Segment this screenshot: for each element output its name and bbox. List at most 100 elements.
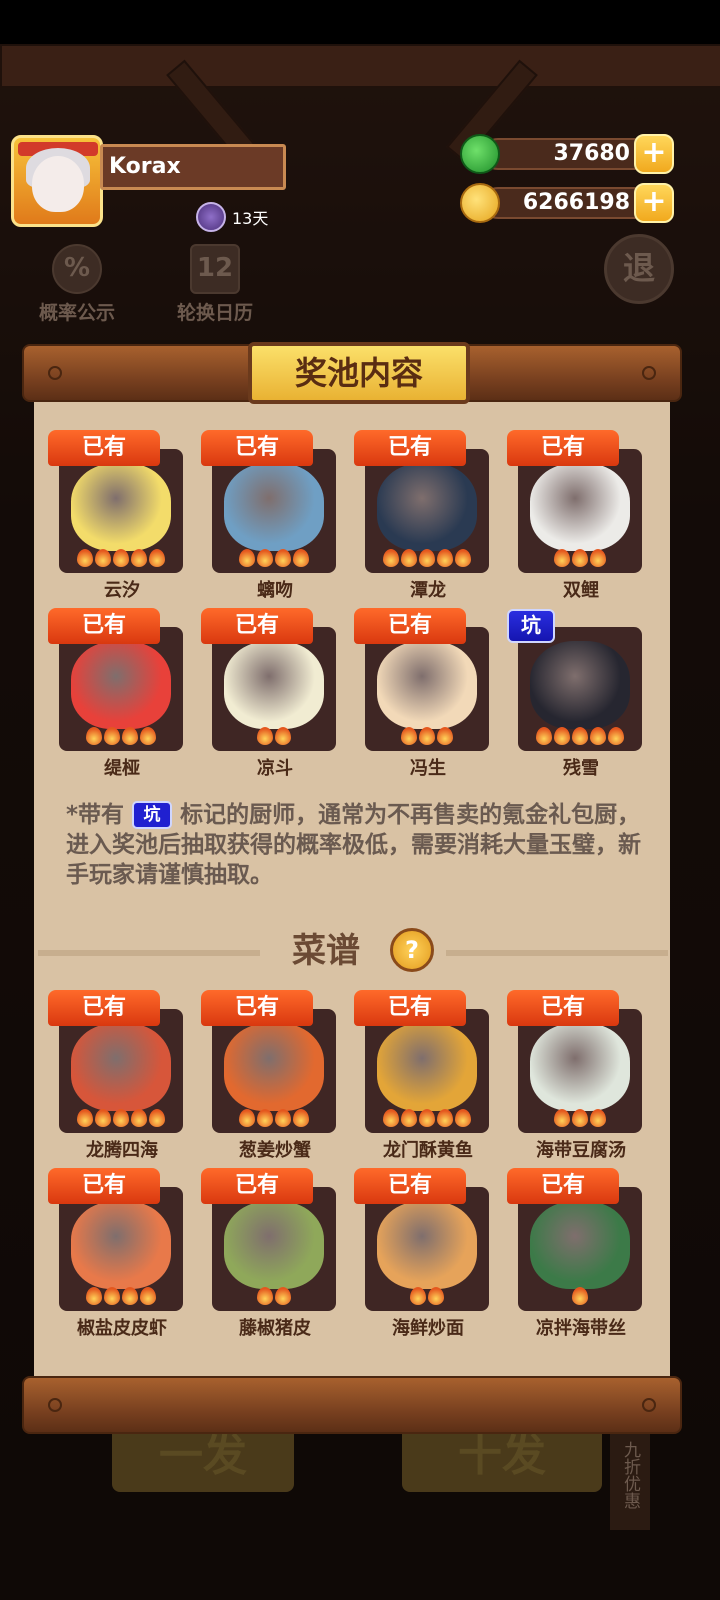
pit-badge-inline: 坑 — [132, 801, 173, 829]
prize-pool-panel: 已有 云汐 已有 螭吻 已有 潭龙 已有 双鲤 已有 缇桠 已有 凉斗 已有 冯生坑残雪 *带有 坑 标记… — [34, 398, 670, 1376]
owned-badge: 已有 — [201, 990, 313, 1026]
flame-icon — [572, 727, 588, 745]
rotation-calendar-button[interactable]: 12 轮换日历 — [168, 244, 262, 325]
chef-portrait — [212, 627, 336, 751]
owned-badge: 已有 — [48, 430, 160, 466]
recipe-card[interactable]: 已有 葱姜炒蟹 — [201, 990, 336, 1161]
flame-icon — [122, 727, 138, 745]
chef-card[interactable]: 坑残雪 — [507, 609, 642, 779]
rarity-flames — [212, 1287, 336, 1305]
flame-icon — [131, 1109, 147, 1127]
flame-icon — [131, 549, 147, 567]
recipe-portrait — [365, 1187, 489, 1311]
chef-name: 云汐 — [104, 580, 140, 601]
recipe-name: 藤椒猪皮 — [239, 1318, 311, 1339]
recipe-card[interactable]: 已有 椒盐皮皮虾 — [48, 1168, 183, 1339]
add-coins-button[interactable]: + — [634, 183, 674, 223]
owned-badge: 已有 — [201, 1168, 313, 1204]
chef-art — [71, 463, 171, 551]
recipe-name: 龙门酥黄鱼 — [383, 1140, 473, 1161]
recipe-card[interactable]: 已有海带豆腐汤 — [507, 990, 642, 1161]
discount-tag: 九折优惠 — [610, 1420, 650, 1530]
owned-badge: 已有 — [201, 608, 313, 644]
probability-button[interactable]: % 概率公示 — [30, 244, 124, 325]
chef-name: 螭吻 — [257, 580, 293, 601]
flame-icon — [86, 1287, 102, 1305]
flame-icon — [455, 549, 471, 567]
flame-icon — [275, 1109, 291, 1127]
chef-art — [377, 463, 477, 551]
chef-portrait — [365, 449, 489, 573]
flame-icon — [275, 1287, 291, 1305]
days-value: 13天 — [232, 209, 269, 228]
flame-icon — [122, 1287, 138, 1305]
chef-card[interactable]: 已有 冯生 — [354, 608, 489, 779]
recipe-card[interactable]: 已有 龙门酥黄鱼 — [354, 990, 489, 1161]
owned-badge: 已有 — [507, 1168, 619, 1204]
rarity-flames — [365, 727, 489, 745]
recipe-name: 海带豆腐汤 — [536, 1140, 626, 1161]
chef-card[interactable]: 已有 双鲤 — [507, 430, 642, 601]
flame-icon — [401, 549, 417, 567]
flame-icon — [554, 727, 570, 745]
chef-art — [224, 641, 324, 729]
flame-icon — [113, 1109, 129, 1127]
rarity-flames — [518, 1109, 642, 1127]
quit-button[interactable]: 退 — [604, 234, 674, 304]
player-avatar[interactable] — [11, 135, 103, 227]
chef-card[interactable]: 已有 凉斗 — [201, 608, 336, 779]
rarity-flames — [212, 727, 336, 745]
flame-icon — [257, 727, 273, 745]
chef-art — [530, 641, 630, 729]
owned-badge: 已有 — [201, 430, 313, 466]
chef-art — [377, 641, 477, 729]
recipe-card[interactable]: 已有藤椒猪皮 — [201, 1168, 336, 1339]
rarity-flames — [59, 549, 183, 567]
flame-icon — [140, 1287, 156, 1305]
recipe-portrait — [518, 1187, 642, 1311]
flame-icon — [104, 1287, 120, 1305]
divider-right — [446, 950, 668, 956]
rarity-flames — [518, 1287, 642, 1305]
chef-card[interactable]: 已有 潭龙 — [354, 430, 489, 601]
recipe-portrait — [518, 1009, 642, 1133]
chef-card[interactable]: 已有螭吻 — [201, 430, 336, 601]
flame-icon — [239, 1109, 255, 1127]
flame-icon — [293, 1109, 309, 1127]
rarity-flames — [365, 1287, 489, 1305]
flame-icon — [257, 1109, 273, 1127]
rarity-flames — [59, 727, 183, 745]
flame-icon — [428, 1287, 444, 1305]
pit-note: *带有 坑 标记的厨师，通常为不再售卖的氪金礼包厨，进入奖池后抽取获得的概率极低… — [66, 800, 646, 890]
flame-icon — [572, 1287, 588, 1305]
flame-icon — [77, 549, 93, 567]
chef-card[interactable]: 已有云汐 — [48, 430, 183, 601]
flame-icon — [590, 549, 606, 567]
help-icon[interactable]: ? — [390, 928, 434, 972]
owned-badge: 已有 — [507, 990, 619, 1026]
chef-card[interactable]: 已有 缇桠 — [48, 608, 183, 779]
recipe-card[interactable]: 已有 海鲜炒面 — [354, 1168, 489, 1339]
recipe-art — [71, 1023, 171, 1111]
recipe-name: 椒盐皮皮虾 — [77, 1318, 167, 1339]
chef-name: 潭龙 — [410, 580, 446, 601]
percent-icon: % — [52, 244, 102, 294]
jade-currency: 37680 + — [460, 134, 674, 174]
rarity-flames — [212, 1109, 336, 1127]
flame-icon — [140, 727, 156, 745]
jade-value: 37680 — [553, 141, 630, 166]
recipe-art — [530, 1023, 630, 1111]
recipe-portrait — [59, 1187, 183, 1311]
rod-knob — [48, 366, 62, 380]
recipe-art — [71, 1201, 171, 1289]
flame-icon — [383, 1109, 399, 1127]
recipe-card[interactable]: 已有 龙腾四海 — [48, 990, 183, 1161]
flame-icon — [257, 1287, 273, 1305]
flame-icon — [590, 727, 606, 745]
flame-icon — [590, 1109, 606, 1127]
pit-badge: 坑 — [507, 609, 555, 643]
recipe-art — [224, 1201, 324, 1289]
rarity-flames — [365, 1109, 489, 1127]
add-jade-button[interactable]: + — [634, 134, 674, 174]
recipe-card[interactable]: 已有 凉拌海带丝 — [507, 1168, 642, 1339]
